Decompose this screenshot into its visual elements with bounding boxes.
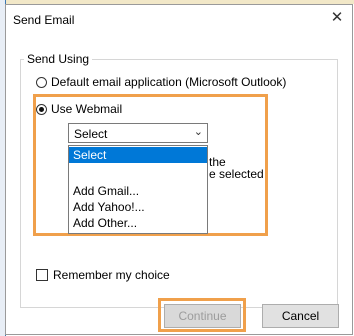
- continue-button[interactable]: Continue: [164, 304, 241, 328]
- remember-choice-row[interactable]: Remember my choice: [36, 268, 170, 282]
- remember-choice-label: Remember my choice: [53, 268, 170, 282]
- close-icon[interactable]: ✕: [328, 9, 346, 27]
- radio-default-email[interactable]: Default email application (Microsoft Out…: [36, 75, 286, 89]
- titlebar: Send Email ✕: [6, 5, 352, 35]
- radio-use-webmail[interactable]: Use Webmail: [36, 102, 122, 116]
- chevron-down-icon[interactable]: ⌄: [194, 125, 203, 138]
- dropdown-option-blank[interactable]: [69, 163, 207, 179]
- radio-webmail-indicator[interactable]: [36, 103, 47, 115]
- radio-default-indicator[interactable]: [36, 76, 47, 88]
- webmail-dropdown-list: Select Add Gmail... Add Yahoo!... Add Ot…: [68, 145, 208, 234]
- obscured-text-line-2: e selected: [209, 167, 264, 181]
- radio-default-label: Default email application (Microsoft Out…: [51, 75, 287, 89]
- remember-choice-checkbox[interactable]: [36, 269, 48, 281]
- radio-webmail-label: Use Webmail: [51, 102, 123, 116]
- webmail-select-value: Select: [74, 127, 108, 141]
- dropdown-option-gmail[interactable]: Add Gmail...: [69, 183, 207, 199]
- dropdown-option-other[interactable]: Add Other...: [69, 215, 207, 231]
- webmail-select[interactable]: Select ⌄: [68, 123, 208, 143]
- send-email-dialog: Send Email ✕ Send Using Default email ap…: [5, 4, 353, 335]
- dialog-title: Send Email: [13, 13, 75, 27]
- send-using-legend: Send Using: [24, 52, 93, 66]
- dropdown-option-yahoo[interactable]: Add Yahoo!...: [69, 199, 207, 215]
- dropdown-option-select[interactable]: Select: [69, 147, 207, 163]
- cancel-button[interactable]: Cancel: [262, 304, 339, 328]
